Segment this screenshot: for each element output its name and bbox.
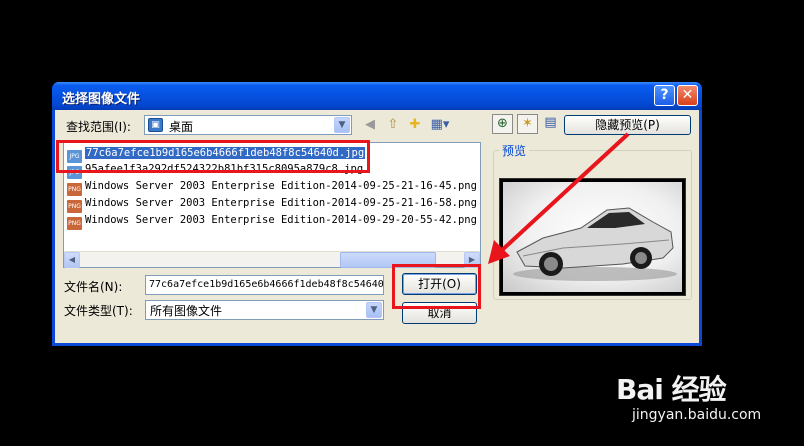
baidu-watermark-logo: Bai 经验 xyxy=(616,373,727,406)
baidu-watermark-url: jingyan.baidu.com xyxy=(632,407,762,423)
